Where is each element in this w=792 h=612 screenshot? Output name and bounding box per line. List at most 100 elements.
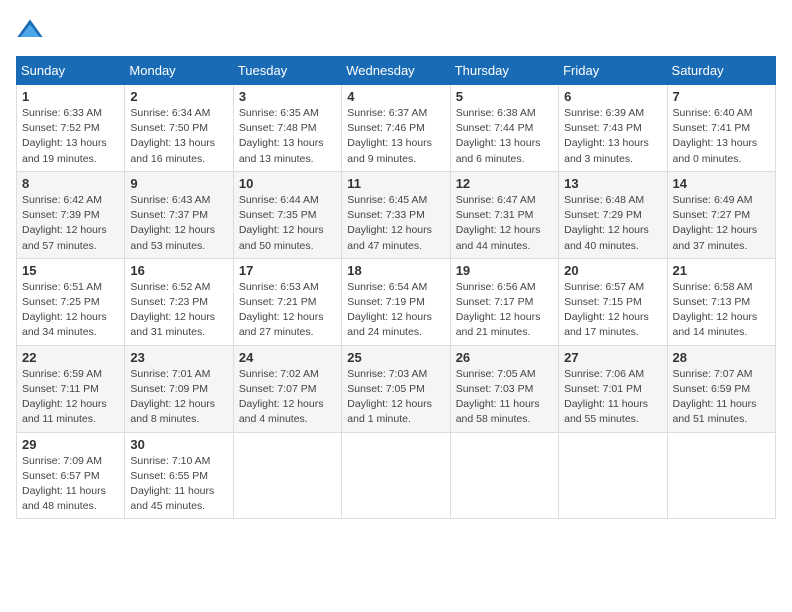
day-number: 24	[239, 350, 336, 365]
calendar-cell: 3 Sunrise: 6:35 AM Sunset: 7:48 PM Dayli…	[233, 85, 341, 172]
calendar-cell: 10 Sunrise: 6:44 AM Sunset: 7:35 PM Dayl…	[233, 171, 341, 258]
calendar-cell: 9 Sunrise: 6:43 AM Sunset: 7:37 PM Dayli…	[125, 171, 233, 258]
day-number: 16	[130, 263, 227, 278]
day-detail: Sunrise: 6:49 AM Sunset: 7:27 PM Dayligh…	[673, 193, 770, 254]
calendar-cell: 11 Sunrise: 6:45 AM Sunset: 7:33 PM Dayl…	[342, 171, 450, 258]
day-number: 2	[130, 89, 227, 104]
calendar-header-row: SundayMondayTuesdayWednesdayThursdayFrid…	[17, 57, 776, 85]
calendar-cell: 23 Sunrise: 7:01 AM Sunset: 7:09 PM Dayl…	[125, 345, 233, 432]
day-detail: Sunrise: 6:40 AM Sunset: 7:41 PM Dayligh…	[673, 106, 770, 167]
calendar-cell: 1 Sunrise: 6:33 AM Sunset: 7:52 PM Dayli…	[17, 85, 125, 172]
day-detail: Sunrise: 6:53 AM Sunset: 7:21 PM Dayligh…	[239, 280, 336, 341]
calendar-week-row: 29 Sunrise: 7:09 AM Sunset: 6:57 PM Dayl…	[17, 432, 776, 519]
day-number: 21	[673, 263, 770, 278]
day-number: 19	[456, 263, 553, 278]
day-detail: Sunrise: 6:44 AM Sunset: 7:35 PM Dayligh…	[239, 193, 336, 254]
calendar-cell: 29 Sunrise: 7:09 AM Sunset: 6:57 PM Dayl…	[17, 432, 125, 519]
day-detail: Sunrise: 7:09 AM Sunset: 6:57 PM Dayligh…	[22, 454, 119, 515]
calendar-cell: 21 Sunrise: 6:58 AM Sunset: 7:13 PM Dayl…	[667, 258, 775, 345]
calendar-header-sunday: Sunday	[17, 57, 125, 85]
day-number: 14	[673, 176, 770, 191]
calendar-cell: 20 Sunrise: 6:57 AM Sunset: 7:15 PM Dayl…	[559, 258, 667, 345]
day-number: 1	[22, 89, 119, 104]
day-detail: Sunrise: 6:33 AM Sunset: 7:52 PM Dayligh…	[22, 106, 119, 167]
calendar-cell	[559, 432, 667, 519]
day-number: 13	[564, 176, 661, 191]
day-detail: Sunrise: 6:59 AM Sunset: 7:11 PM Dayligh…	[22, 367, 119, 428]
day-number: 25	[347, 350, 444, 365]
day-detail: Sunrise: 7:02 AM Sunset: 7:07 PM Dayligh…	[239, 367, 336, 428]
calendar-cell: 19 Sunrise: 6:56 AM Sunset: 7:17 PM Dayl…	[450, 258, 558, 345]
day-number: 5	[456, 89, 553, 104]
calendar-cell: 7 Sunrise: 6:40 AM Sunset: 7:41 PM Dayli…	[667, 85, 775, 172]
calendar-header-tuesday: Tuesday	[233, 57, 341, 85]
calendar-cell: 28 Sunrise: 7:07 AM Sunset: 6:59 PM Dayl…	[667, 345, 775, 432]
day-number: 30	[130, 437, 227, 452]
day-detail: Sunrise: 7:06 AM Sunset: 7:01 PM Dayligh…	[564, 367, 661, 428]
day-detail: Sunrise: 6:54 AM Sunset: 7:19 PM Dayligh…	[347, 280, 444, 341]
day-number: 9	[130, 176, 227, 191]
calendar-header-monday: Monday	[125, 57, 233, 85]
day-detail: Sunrise: 6:34 AM Sunset: 7:50 PM Dayligh…	[130, 106, 227, 167]
calendar-table: SundayMondayTuesdayWednesdayThursdayFrid…	[16, 56, 776, 519]
page-header	[16, 16, 776, 44]
day-detail: Sunrise: 6:47 AM Sunset: 7:31 PM Dayligh…	[456, 193, 553, 254]
day-number: 4	[347, 89, 444, 104]
calendar-week-row: 8 Sunrise: 6:42 AM Sunset: 7:39 PM Dayli…	[17, 171, 776, 258]
calendar-cell: 13 Sunrise: 6:48 AM Sunset: 7:29 PM Dayl…	[559, 171, 667, 258]
calendar-cell: 16 Sunrise: 6:52 AM Sunset: 7:23 PM Dayl…	[125, 258, 233, 345]
day-detail: Sunrise: 6:56 AM Sunset: 7:17 PM Dayligh…	[456, 280, 553, 341]
day-number: 20	[564, 263, 661, 278]
calendar-cell	[450, 432, 558, 519]
calendar-header-thursday: Thursday	[450, 57, 558, 85]
day-detail: Sunrise: 6:42 AM Sunset: 7:39 PM Dayligh…	[22, 193, 119, 254]
calendar-cell: 30 Sunrise: 7:10 AM Sunset: 6:55 PM Dayl…	[125, 432, 233, 519]
day-detail: Sunrise: 6:43 AM Sunset: 7:37 PM Dayligh…	[130, 193, 227, 254]
day-detail: Sunrise: 6:35 AM Sunset: 7:48 PM Dayligh…	[239, 106, 336, 167]
day-number: 18	[347, 263, 444, 278]
day-number: 7	[673, 89, 770, 104]
calendar-cell: 5 Sunrise: 6:38 AM Sunset: 7:44 PM Dayli…	[450, 85, 558, 172]
calendar-cell: 12 Sunrise: 6:47 AM Sunset: 7:31 PM Dayl…	[450, 171, 558, 258]
calendar-cell: 4 Sunrise: 6:37 AM Sunset: 7:46 PM Dayli…	[342, 85, 450, 172]
day-number: 22	[22, 350, 119, 365]
day-detail: Sunrise: 6:52 AM Sunset: 7:23 PM Dayligh…	[130, 280, 227, 341]
day-detail: Sunrise: 6:48 AM Sunset: 7:29 PM Dayligh…	[564, 193, 661, 254]
calendar-cell	[342, 432, 450, 519]
day-detail: Sunrise: 6:58 AM Sunset: 7:13 PM Dayligh…	[673, 280, 770, 341]
day-number: 29	[22, 437, 119, 452]
day-detail: Sunrise: 6:39 AM Sunset: 7:43 PM Dayligh…	[564, 106, 661, 167]
calendar-cell: 24 Sunrise: 7:02 AM Sunset: 7:07 PM Dayl…	[233, 345, 341, 432]
day-number: 11	[347, 176, 444, 191]
day-detail: Sunrise: 7:07 AM Sunset: 6:59 PM Dayligh…	[673, 367, 770, 428]
calendar-cell: 2 Sunrise: 6:34 AM Sunset: 7:50 PM Dayli…	[125, 85, 233, 172]
calendar-week-row: 1 Sunrise: 6:33 AM Sunset: 7:52 PM Dayli…	[17, 85, 776, 172]
calendar-header-friday: Friday	[559, 57, 667, 85]
calendar-week-row: 22 Sunrise: 6:59 AM Sunset: 7:11 PM Dayl…	[17, 345, 776, 432]
calendar-week-row: 15 Sunrise: 6:51 AM Sunset: 7:25 PM Dayl…	[17, 258, 776, 345]
day-number: 23	[130, 350, 227, 365]
calendar-cell: 27 Sunrise: 7:06 AM Sunset: 7:01 PM Dayl…	[559, 345, 667, 432]
day-detail: Sunrise: 6:38 AM Sunset: 7:44 PM Dayligh…	[456, 106, 553, 167]
day-number: 28	[673, 350, 770, 365]
day-detail: Sunrise: 7:05 AM Sunset: 7:03 PM Dayligh…	[456, 367, 553, 428]
day-detail: Sunrise: 7:01 AM Sunset: 7:09 PM Dayligh…	[130, 367, 227, 428]
day-number: 26	[456, 350, 553, 365]
logo	[16, 16, 48, 44]
day-detail: Sunrise: 7:03 AM Sunset: 7:05 PM Dayligh…	[347, 367, 444, 428]
calendar-cell: 6 Sunrise: 6:39 AM Sunset: 7:43 PM Dayli…	[559, 85, 667, 172]
day-detail: Sunrise: 6:57 AM Sunset: 7:15 PM Dayligh…	[564, 280, 661, 341]
day-number: 27	[564, 350, 661, 365]
logo-icon	[16, 16, 44, 44]
calendar-cell	[233, 432, 341, 519]
calendar-header-saturday: Saturday	[667, 57, 775, 85]
day-number: 3	[239, 89, 336, 104]
day-number: 6	[564, 89, 661, 104]
day-detail: Sunrise: 6:37 AM Sunset: 7:46 PM Dayligh…	[347, 106, 444, 167]
calendar-cell: 22 Sunrise: 6:59 AM Sunset: 7:11 PM Dayl…	[17, 345, 125, 432]
day-number: 17	[239, 263, 336, 278]
calendar-cell: 8 Sunrise: 6:42 AM Sunset: 7:39 PM Dayli…	[17, 171, 125, 258]
day-number: 10	[239, 176, 336, 191]
day-detail: Sunrise: 6:45 AM Sunset: 7:33 PM Dayligh…	[347, 193, 444, 254]
calendar-header-wednesday: Wednesday	[342, 57, 450, 85]
